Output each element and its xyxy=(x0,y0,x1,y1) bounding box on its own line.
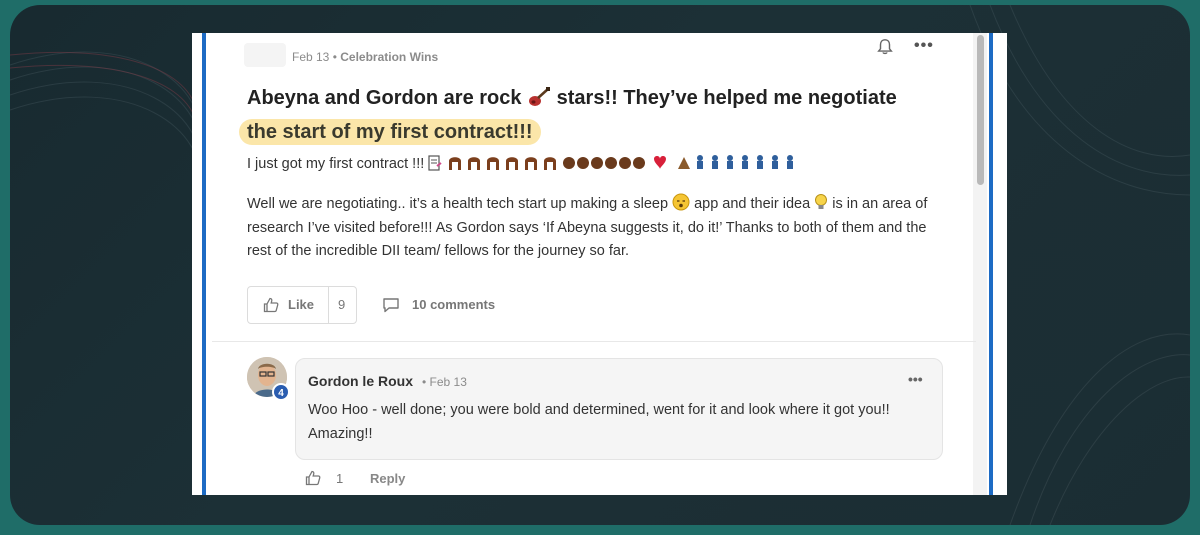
comment-like-icon[interactable] xyxy=(304,470,322,486)
like-divider xyxy=(328,287,329,323)
body-text-2: app and their idea xyxy=(690,196,815,212)
sleeping-face-icon xyxy=(672,193,690,211)
bell-icon[interactable] xyxy=(876,38,894,56)
scrollbar-thumb[interactable] xyxy=(977,35,984,185)
title-highlight: the start of my first contract!!! xyxy=(239,119,541,145)
comment-author[interactable]: Gordon le Roux xyxy=(308,373,413,389)
comment-icon xyxy=(383,298,399,313)
body-text-1: Well we are negotiating.. it’s a health … xyxy=(247,196,673,212)
card-right-border xyxy=(989,33,993,495)
first-line-text: I just got my first contract !!! xyxy=(247,156,425,172)
comment-like-count: 1 xyxy=(336,471,344,486)
comment-bubble: Gordon le Roux • Feb 13 ••• Woo Hoo - we… xyxy=(295,358,943,460)
lightbulb-icon xyxy=(815,194,828,209)
like-count[interactable]: 9 xyxy=(338,297,345,312)
post-date: Feb 13 xyxy=(292,50,330,64)
section-divider xyxy=(212,341,976,342)
post-category[interactable]: Celebration Wins xyxy=(340,50,438,64)
comment-date: • Feb 13 xyxy=(422,375,467,389)
post-meta: Feb 13 • Celebration Wins xyxy=(292,50,438,64)
reply-button[interactable]: Reply xyxy=(370,471,405,486)
like-control: Like 9 xyxy=(247,286,357,324)
post-card: Feb 13 • Celebration Wins ••• Abeyna and… xyxy=(192,33,1007,495)
title-text-end: stars!! They’ve helped me negotiate xyxy=(551,87,897,109)
guitar-icon xyxy=(529,87,551,106)
comment-text: Woo Hoo - well done; you were bold and d… xyxy=(308,402,890,442)
comment-more-options-icon[interactable]: ••• xyxy=(908,371,923,387)
post-body: Well we are negotiating.. it’s a health … xyxy=(247,193,947,264)
post-first-line: I just got my first contract !!! xyxy=(247,153,806,172)
level-badge: 4 xyxy=(272,383,290,401)
fist-bump-heart-icon xyxy=(563,156,667,169)
thumbs-up-icon xyxy=(263,297,279,313)
like-label: Like xyxy=(288,297,315,312)
title-text-start: Abeyna and Gordon are rock xyxy=(247,87,528,109)
comments-label: 10 comments xyxy=(412,297,496,312)
more-options-icon[interactable]: ••• xyxy=(914,37,934,55)
post-title: Abeyna and Gordon are rock stars!! They’… xyxy=(239,81,957,149)
document-icon xyxy=(428,155,442,171)
author-avatar-placeholder[interactable] xyxy=(244,43,286,67)
celebration-emoji-icon xyxy=(449,157,557,170)
meta-separator: • xyxy=(332,50,337,64)
like-button[interactable]: Like xyxy=(248,287,328,323)
card-left-border xyxy=(202,33,206,495)
people-emoji-icon xyxy=(678,155,794,169)
